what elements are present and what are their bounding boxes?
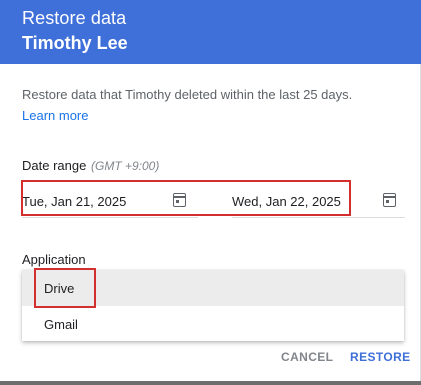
dialog-title: Restore data [22,8,127,28]
application-label: Application [22,252,86,267]
dialog-header: Restore data Timothy Lee [0,0,421,64]
end-date-field[interactable]: Wed, Jan 22, 2025 [232,188,405,218]
application-option-gmail[interactable]: Gmail [22,306,404,341]
dialog-description: Restore data that Timothy deleted within… [22,87,353,102]
timezone-label: (GMT +9:00) [91,159,160,173]
cancel-button[interactable]: CANCEL [281,350,333,364]
calendar-icon[interactable] [173,193,186,207]
application-dropdown-menu: Drive Gmail [22,270,404,341]
restore-button[interactable]: RESTORE [350,350,411,364]
calendar-icon[interactable] [383,193,396,207]
start-date-field[interactable]: Tue, Jan 21, 2025 [22,188,198,218]
dialog-user-name: Timothy Lee [22,33,128,53]
date-range-label: Date range [22,158,87,173]
option-label: Gmail [44,317,78,332]
end-date-value: Wed, Jan 22, 2025 [232,194,341,209]
option-label: Drive [44,281,75,296]
restore-data-dialog: Restore data Timothy Lee Restore data th… [0,0,421,385]
learn-more-link[interactable]: Learn more [22,108,88,123]
background-strip [0,381,421,385]
start-date-value: Tue, Jan 21, 2025 [22,194,127,209]
application-option-drive[interactable]: Drive [22,270,404,306]
